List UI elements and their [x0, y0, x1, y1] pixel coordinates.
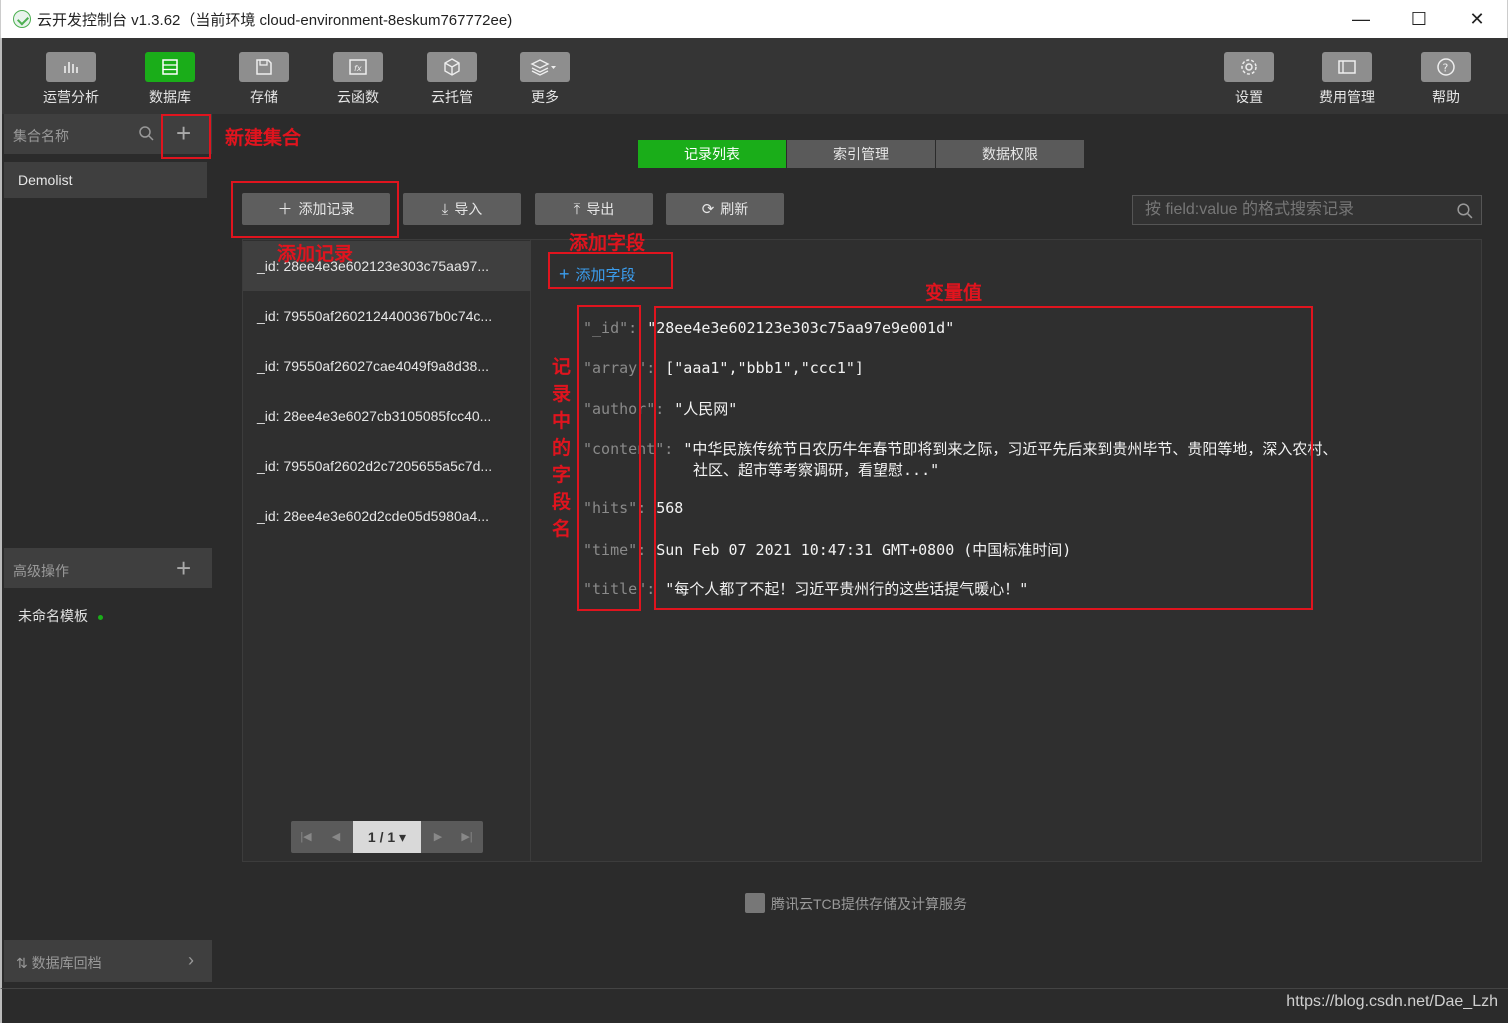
search-icon[interactable]	[1456, 202, 1473, 224]
record-item[interactable]: _id: 79550af2602d2c7205655a5c7d...	[243, 441, 531, 491]
layers-icon	[520, 52, 570, 82]
database-icon	[145, 52, 195, 82]
tool-help[interactable]: ? 帮助	[1411, 52, 1481, 107]
tool-billing[interactable]: 费用管理	[1312, 52, 1382, 107]
save-icon	[239, 52, 289, 82]
minimize-button[interactable]: —	[1347, 6, 1375, 32]
tool-cloud-hosting[interactable]: 云托管	[417, 52, 487, 107]
template-item[interactable]: 未命名模板	[18, 606, 103, 626]
tool-label: 存储	[250, 89, 278, 105]
annotation-box	[231, 181, 399, 238]
tool-label: 数据库	[149, 89, 191, 105]
tool-storage[interactable]: 存储	[229, 52, 299, 107]
record-item[interactable]: _id: 79550af26027cae4049f9a8d38...	[243, 341, 531, 391]
record-search-input[interactable]	[1145, 200, 1445, 220]
annotation-box	[548, 252, 673, 289]
chevron-right-icon: ›	[188, 950, 194, 970]
tab-permissions[interactable]: 数据权限	[936, 140, 1084, 168]
record-search	[1132, 195, 1482, 225]
first-page-button[interactable]: |◀	[291, 821, 321, 853]
close-window-button[interactable]: ✕	[1463, 6, 1491, 32]
billing-icon	[1322, 52, 1372, 82]
gear-icon	[1224, 52, 1274, 82]
pagination: |◀ ◀ 1 / 1 ▾ ▶ ▶|	[291, 821, 483, 853]
collection-item[interactable]: Demolist	[4, 162, 207, 198]
watermark: https://blog.csdn.net/Dae_Lzh	[1286, 993, 1498, 1010]
annotation-new-collection: 新建集合	[225, 128, 302, 149]
tool-label: 云托管	[431, 89, 473, 105]
upload-icon: ⤒	[573, 201, 581, 218]
window-titlebar: 云开发控制台 v1.3.62（当前环境 cloud-environment-8e…	[0, 0, 1508, 38]
status-dot	[98, 614, 103, 620]
tool-label: 费用管理	[1319, 89, 1375, 105]
refresh-button[interactable]: ⟳ 刷新	[666, 193, 784, 225]
search-icon[interactable]	[138, 125, 154, 141]
record-list: _id: 28ee4e3e602123e303c75aa97... _id: 7…	[243, 240, 531, 861]
sidebar: 集合名称 + Demolist 高级操作 + 未命名模板 ⇅ 数据库回档 ›	[0, 114, 216, 988]
advanced-header-label: 高级操作	[13, 563, 69, 579]
collection-item-label: Demolist	[18, 172, 73, 188]
tool-label: 云函数	[337, 89, 379, 105]
tool-more[interactable]: 更多	[510, 52, 580, 107]
database-backup-item[interactable]: ⇅ 数据库回档 ›	[4, 940, 212, 982]
function-icon: fx	[333, 52, 383, 82]
svg-text:fx: fx	[354, 64, 362, 73]
tool-database[interactable]: 数据库	[135, 52, 205, 107]
tencent-cloud-logo-icon	[745, 893, 765, 913]
tool-label: 运营分析	[43, 89, 99, 105]
import-button[interactable]: ⤓ 导入	[403, 193, 521, 225]
collection-header-label: 集合名称	[13, 128, 69, 144]
tool-analytics[interactable]: 运营分析	[36, 52, 106, 107]
prev-page-button[interactable]: ◀	[321, 821, 351, 853]
app-logo-icon	[13, 10, 31, 28]
annotation-box	[654, 306, 1313, 610]
view-tabs: 记录列表 索引管理 数据权限	[638, 140, 1085, 168]
last-page-button[interactable]: ▶|	[452, 821, 482, 853]
backup-label: ⇅ 数据库回档	[16, 955, 102, 971]
record-item[interactable]: _id: 28ee4e3e6027cb3105085fcc40...	[243, 391, 531, 441]
tool-label: 更多	[531, 89, 559, 105]
export-button[interactable]: ⤒ 导出	[535, 193, 653, 225]
annotation-box	[161, 114, 211, 159]
template-item-label: 未命名模板	[18, 608, 88, 624]
svg-text:?: ?	[1443, 62, 1449, 75]
main-toolbar: 运营分析 数据库 存储 fx 云函数 云托管 更多 设置 费用管理 ? 帮助	[0, 38, 1508, 114]
tool-label: 帮助	[1432, 89, 1460, 105]
tool-label: 设置	[1235, 89, 1263, 105]
tab-records[interactable]: 记录列表	[638, 140, 786, 168]
maximize-button[interactable]: ☐	[1405, 6, 1433, 32]
page-select[interactable]: 1 / 1 ▾	[353, 821, 421, 853]
bar-chart-icon	[46, 52, 96, 82]
add-template-button[interactable]: +	[176, 555, 191, 581]
advanced-header: 高级操作 +	[4, 548, 212, 588]
sort-icon: ⇅	[16, 955, 32, 971]
tool-settings[interactable]: 设置	[1214, 52, 1284, 107]
status-bar	[0, 988, 1508, 1023]
cube-icon	[427, 52, 477, 82]
record-item[interactable]: _id: 79550af2602124400367b0c74c...	[243, 291, 531, 341]
next-page-button[interactable]: ▶	[423, 821, 453, 853]
window-title: 云开发控制台 v1.3.62（当前环境 cloud-environment-8e…	[37, 12, 513, 29]
annotation-field-names: 记录中的字段名	[552, 357, 572, 540]
tool-cloud-functions[interactable]: fx 云函数	[323, 52, 393, 107]
tab-indexes[interactable]: 索引管理	[787, 140, 935, 168]
annotation-add-record: 添加记录	[277, 244, 354, 265]
annotation-add-field: 添加字段	[569, 233, 646, 254]
help-icon: ?	[1421, 52, 1471, 82]
annotation-value: 变量值	[925, 283, 983, 304]
annotation-box	[577, 305, 641, 611]
footer-credit: 腾讯云TCB提供存储及计算服务	[745, 893, 967, 914]
record-item[interactable]: _id: 28ee4e3e602d2cde05d5980a4...	[243, 491, 531, 541]
download-icon: ⤓	[441, 201, 449, 218]
refresh-icon: ⟳	[701, 201, 715, 218]
